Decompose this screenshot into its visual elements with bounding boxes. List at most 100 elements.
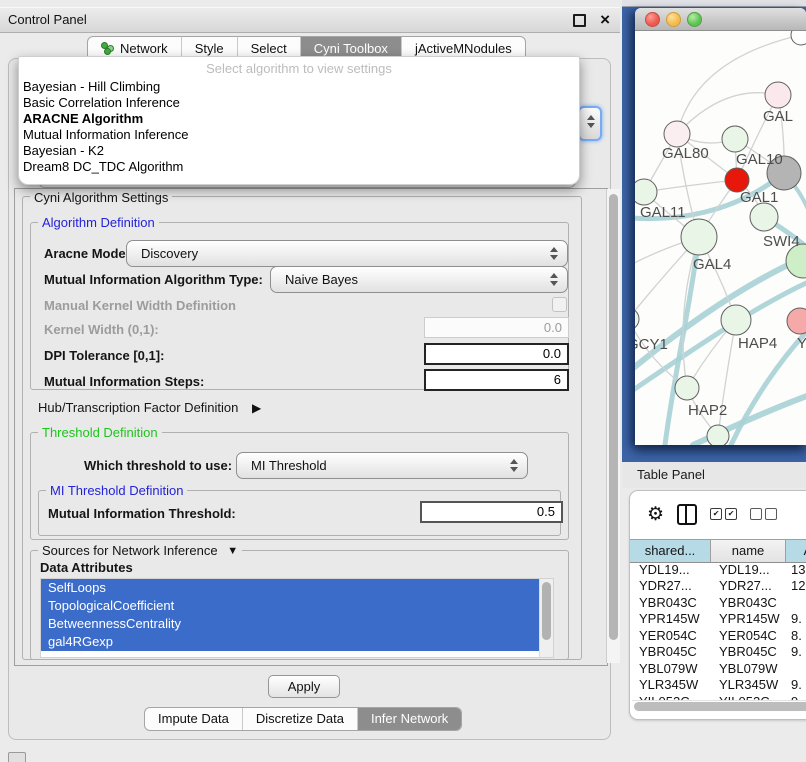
- network-node[interactable]: [750, 203, 778, 231]
- which-threshold-combo[interactable]: MI Threshold: [236, 452, 528, 479]
- hub-definition-toggle[interactable]: Hub/Transcription Factor Definition ▶: [38, 400, 261, 415]
- algorithm-option-bayesian-hill-climbing[interactable]: Bayesian - Hill Climbing: [19, 79, 579, 95]
- which-threshold-value: MI Threshold: [251, 453, 327, 478]
- algorithm-option-dream8-dc-tdc-algorithm[interactable]: Dream8 DC_TDC Algorithm: [19, 159, 579, 175]
- dropdown-list: Bayesian - Hill ClimbingBasic Correlatio…: [19, 79, 579, 175]
- network-node[interactable]: [635, 179, 657, 205]
- table-cell: 12: [784, 578, 806, 594]
- network-node[interactable]: [721, 305, 751, 335]
- spinner-arrows-icon: [587, 115, 595, 128]
- minimized-panel-icon[interactable]: [8, 752, 26, 762]
- network-node[interactable]: [791, 31, 806, 45]
- table-row[interactable]: YER054CYER054C8.: [630, 628, 806, 644]
- collapsed-arrow-icon: ▶: [252, 401, 261, 415]
- which-threshold-label: Which threshold to use:: [84, 458, 232, 473]
- algorithm-option-basic-correlation-inference[interactable]: Basic Correlation Inference: [19, 95, 579, 111]
- network-node[interactable]: [675, 376, 699, 400]
- tab-network-label: Network: [120, 41, 168, 56]
- float-window-button[interactable]: [573, 14, 586, 27]
- network-graph: GALGAL80GAL10GAL1GAL11SWI4GAL4GCY1HAP4YH…: [635, 31, 806, 445]
- attribute-item-betweennesscentrality[interactable]: BetweennessCentrality: [41, 615, 546, 633]
- node-label-hap2: HAP2: [688, 402, 727, 419]
- bottom-tab-infer-network[interactable]: Infer Network: [358, 708, 461, 730]
- network-node[interactable]: [664, 121, 690, 147]
- bottom-tab-infer-network-label: Infer Network: [371, 708, 448, 730]
- mi-type-combo[interactable]: Naive Bayes: [270, 266, 568, 293]
- network-window-titlebar[interactable]: [635, 8, 806, 31]
- sources-toggle[interactable]: Sources for Network Inference ▼: [38, 543, 242, 558]
- table-cell: YER054C: [630, 628, 710, 644]
- columns-icon[interactable]: [677, 504, 697, 525]
- bottom-tab-impute-data[interactable]: Impute Data: [145, 708, 243, 730]
- table-horizontal-scrollbar[interactable]: [632, 700, 806, 712]
- aracne-mode-combo[interactable]: Discovery: [126, 240, 568, 267]
- table-panel-titlebar: Table Panel: [622, 462, 806, 488]
- table-row[interactable]: YBL079WYBL079W: [630, 661, 806, 677]
- close-traffic-light[interactable]: [645, 12, 660, 27]
- bottom-tab-impute-data-label: Impute Data: [158, 708, 229, 730]
- zoom-traffic-light[interactable]: [687, 12, 702, 27]
- network-node[interactable]: [765, 82, 791, 108]
- settings-scrollbar[interactable]: [606, 189, 620, 663]
- algorithm-option-bayesian-k2[interactable]: Bayesian - K2: [19, 143, 579, 159]
- hub-definition-label: Hub/Transcription Factor Definition: [38, 400, 238, 415]
- table-cell: YDL19...: [630, 562, 710, 578]
- control-panel-titlebar[interactable]: Control Panel ×: [0, 7, 620, 33]
- node-label-gal1: GAL1: [740, 189, 778, 206]
- network-node[interactable]: [681, 219, 717, 255]
- apply-button[interactable]: Apply: [268, 675, 340, 698]
- attribute-item-gal4rgexp[interactable]: gal4RGexp: [41, 633, 546, 651]
- table-cell: YLR345W: [630, 677, 710, 693]
- attributes-scrollbar[interactable]: [539, 579, 553, 657]
- attribute-item-topologicalcoefficient[interactable]: TopologicalCoefficient: [41, 597, 546, 615]
- minimize-traffic-light[interactable]: [666, 12, 681, 27]
- gear-icon[interactable]: ⚙: [647, 505, 664, 524]
- manual-kernel-checkbox[interactable]: [552, 297, 567, 312]
- cyni-settings-group-title: Cyni Algorithm Settings: [30, 190, 172, 205]
- table-row[interactable]: YPR145WYPR145W9.: [630, 611, 806, 627]
- table-row[interactable]: YBR043CYBR043C: [630, 595, 806, 611]
- algorithm-option-aracne-algorithm[interactable]: ARACNE Algorithm: [19, 111, 579, 127]
- table-row[interactable]: YBR045CYBR045C9.: [630, 644, 806, 660]
- tab-select-label: Select: [251, 41, 287, 56]
- node-label-gal80: GAL80: [662, 145, 709, 162]
- control-panel-title: Control Panel: [8, 12, 87, 27]
- table-cell: YBR043C: [710, 595, 784, 611]
- algorithm-combo-spinner[interactable]: [578, 106, 602, 141]
- table-cell: YPR145W: [630, 611, 710, 627]
- mi-steps-field[interactable]: 6: [424, 369, 569, 391]
- column-header-shared[interactable]: shared...: [630, 540, 711, 562]
- network-node[interactable]: [635, 308, 639, 330]
- table-cell: YBL079W: [630, 661, 710, 677]
- mi-threshold-field[interactable]: 0.5: [420, 501, 563, 523]
- dpi-tolerance-field[interactable]: 0.0: [424, 343, 569, 365]
- checked-pair-icon[interactable]: ✔✔: [710, 508, 737, 520]
- mi-steps-label: Mutual Information Steps:: [44, 374, 204, 389]
- attribute-item-selfloops[interactable]: SelfLoops: [41, 579, 546, 597]
- table-row[interactable]: YDR27...YDR27...12: [630, 578, 806, 594]
- column-header-a[interactable]: A: [786, 540, 806, 562]
- table-cell: YBR045C: [630, 644, 710, 660]
- node-label-y: Y: [797, 335, 806, 352]
- network-node[interactable]: [722, 126, 748, 152]
- bottom-tab-discretize-data[interactable]: Discretize Data: [243, 708, 358, 730]
- network-canvas[interactable]: GALGAL80GAL10GAL1GAL11SWI4GAL4GCY1HAP4YH…: [635, 31, 806, 445]
- network-node[interactable]: [707, 425, 729, 445]
- node-label-gal: GAL: [763, 108, 793, 125]
- mi-type-label: Mutual Information Algorithm Type:: [44, 272, 263, 287]
- tab-cyni-toolbox-label: Cyni Toolbox: [314, 41, 388, 56]
- table-row[interactable]: YLR345WYLR345W9.: [630, 677, 806, 693]
- close-panel-icon[interactable]: ×: [600, 10, 610, 30]
- bottom-tab-discretize-data-label: Discretize Data: [256, 708, 344, 730]
- table-cell: YDR27...: [630, 578, 710, 594]
- kernel-width-field[interactable]: 0.0: [424, 317, 569, 338]
- column-header-name[interactable]: name: [711, 540, 786, 562]
- unchecked-pair-icon[interactable]: [750, 508, 777, 520]
- table-row[interactable]: YDL19...YDL19...13: [630, 562, 806, 578]
- node-label-gcy1: GCY1: [635, 336, 668, 353]
- table-toolbar: ⚙ ✔✔: [630, 491, 806, 537]
- network-node[interactable]: [787, 308, 806, 334]
- algorithm-option-mutual-information-inference[interactable]: Mutual Information Inference: [19, 127, 579, 143]
- data-attributes-label: Data Attributes: [40, 560, 133, 575]
- table-cell: YPR145W: [710, 611, 784, 627]
